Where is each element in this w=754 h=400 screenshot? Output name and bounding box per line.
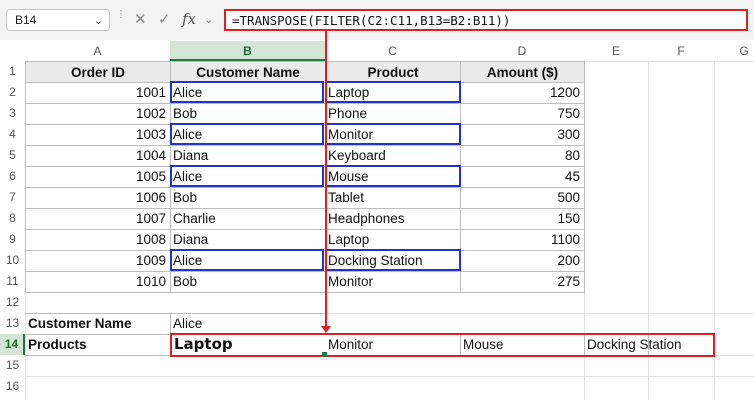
highlight-box-customer [170, 81, 324, 103]
table-cell-product[interactable]: Laptop [325, 229, 460, 250]
row-header[interactable]: 15 [0, 355, 25, 376]
highlight-box-customer [170, 165, 324, 187]
cancel-icon[interactable]: ✕ [134, 10, 147, 28]
table-cell-order-id[interactable]: 1003 [25, 124, 170, 145]
row-header[interactable]: 3 [0, 103, 25, 124]
formula-text: =TRANSPOSE(FILTER(C2:C11,B13=B2:B11)) [232, 13, 511, 28]
column-header-b[interactable]: B [170, 41, 325, 61]
table-cell-customer[interactable]: Bob [170, 271, 325, 292]
row-header[interactable]: 6 [0, 166, 25, 187]
table-border [25, 292, 585, 293]
table-cell-order-id[interactable]: 1005 [25, 166, 170, 187]
table-cell-customer[interactable]: Charlie [170, 208, 325, 229]
table-cell-amount[interactable]: 80 [460, 145, 584, 166]
table-cell-customer[interactable]: Diana [170, 145, 325, 166]
column-header-f[interactable]: F [648, 41, 714, 61]
table-cell-order-id[interactable]: 1006 [25, 187, 170, 208]
row-header[interactable]: 11 [0, 271, 25, 292]
table-cell-amount[interactable]: 500 [460, 187, 584, 208]
chevron-down-icon[interactable]: ⌄ [94, 14, 103, 27]
highlight-box-product [325, 81, 461, 103]
enter-icon[interactable]: ✓ [158, 10, 171, 28]
fill-handle[interactable] [322, 352, 327, 357]
table-cell-amount[interactable]: 300 [460, 124, 584, 145]
table-cell-order-id[interactable]: 1001 [25, 82, 170, 103]
table-cell-amount[interactable]: 1100 [460, 229, 584, 250]
table-cell-amount[interactable]: 275 [460, 271, 584, 292]
products-label: Products [28, 337, 87, 352]
name-box-value: B14 [15, 13, 37, 27]
highlight-box-customer [170, 249, 324, 271]
row-header[interactable]: 12 [0, 292, 25, 313]
table-border [584, 61, 585, 292]
table-cell-order-id[interactable]: 1007 [25, 208, 170, 229]
row-header[interactable]: 2 [0, 82, 25, 103]
table-cell-customer[interactable]: Bob [170, 103, 325, 124]
table-cell-order-id[interactable]: 1010 [25, 271, 170, 292]
column-header-c[interactable]: C [325, 41, 460, 61]
grid-line [25, 376, 754, 377]
arrow-head-icon [321, 326, 331, 333]
header-cell-order-id[interactable]: Order ID [26, 62, 170, 82]
table-cell-amount[interactable]: 200 [460, 250, 584, 271]
highlight-box-customer [170, 123, 324, 145]
header-cell-customer-name[interactable]: Customer Name [171, 62, 325, 82]
table-cell-order-id[interactable]: 1008 [25, 229, 170, 250]
select-all-corner[interactable] [0, 41, 25, 61]
row-header[interactable]: 16 [0, 376, 25, 397]
table-cell-customer[interactable]: Bob [170, 187, 325, 208]
table-cell-order-id[interactable]: 1004 [25, 145, 170, 166]
table-cell-product[interactable]: Keyboard [325, 145, 460, 166]
highlight-box-product [325, 165, 461, 187]
arrow-line [325, 31, 327, 328]
column-header-g[interactable]: G [714, 41, 754, 61]
highlight-box-product [325, 123, 461, 145]
row-header[interactable]: 13 [0, 313, 25, 334]
name-box[interactable]: B14 ⌄ [6, 9, 110, 31]
formula-actions: ✕ ✓ fx ⌄ [128, 9, 218, 31]
highlight-box-product [325, 249, 461, 271]
table-cell-product[interactable]: Tablet [325, 187, 460, 208]
insert-function-icon[interactable]: fx [182, 10, 196, 28]
row-header[interactable]: 9 [0, 229, 25, 250]
row-header[interactable]: 5 [0, 145, 25, 166]
table-cell-amount[interactable]: 45 [460, 166, 584, 187]
row-header[interactable]: 7 [0, 187, 25, 208]
column-header-d[interactable]: D [460, 41, 584, 61]
more-options-icon[interactable]: ⋮ [116, 10, 126, 28]
header-cell-amount[interactable]: Amount ($) [461, 62, 584, 82]
formula-input[interactable]: =TRANSPOSE(FILTER(C2:C11,B13=B2:B11)) [224, 9, 748, 31]
table-cell-amount[interactable]: 750 [460, 103, 584, 124]
table-cell-customer[interactable]: Diana [170, 229, 325, 250]
table-cell-order-id[interactable]: 1009 [25, 250, 170, 271]
customer-name-label: Customer Name [28, 316, 132, 331]
row-header[interactable]: 4 [0, 124, 25, 145]
row-header-selected[interactable]: 14 [0, 334, 25, 355]
row-header[interactable]: 1 [0, 61, 25, 82]
spill-range-box [170, 333, 715, 357]
row-header[interactable]: 8 [0, 208, 25, 229]
formula-bar: B14 ⌄ ⋮ ✕ ✓ fx ⌄ =TRANSPOSE(FILTER(C2:C1… [0, 0, 754, 40]
table-cell-product[interactable]: Headphones [325, 208, 460, 229]
table-cell-order-id[interactable]: 1002 [25, 103, 170, 124]
customer-name-input[interactable]: Alice [170, 313, 325, 334]
table-cell-amount[interactable]: 150 [460, 208, 584, 229]
row-header[interactable]: 10 [0, 250, 25, 271]
table-cell-product[interactable]: Monitor [325, 271, 460, 292]
table-cell-amount[interactable]: 1200 [460, 82, 584, 103]
header-cell-product[interactable]: Product [326, 62, 460, 82]
expand-icon[interactable]: ⌄ [204, 13, 213, 26]
column-header-e[interactable]: E [584, 41, 648, 61]
column-header-a[interactable]: A [25, 41, 170, 61]
table-cell-product[interactable]: Phone [325, 103, 460, 124]
